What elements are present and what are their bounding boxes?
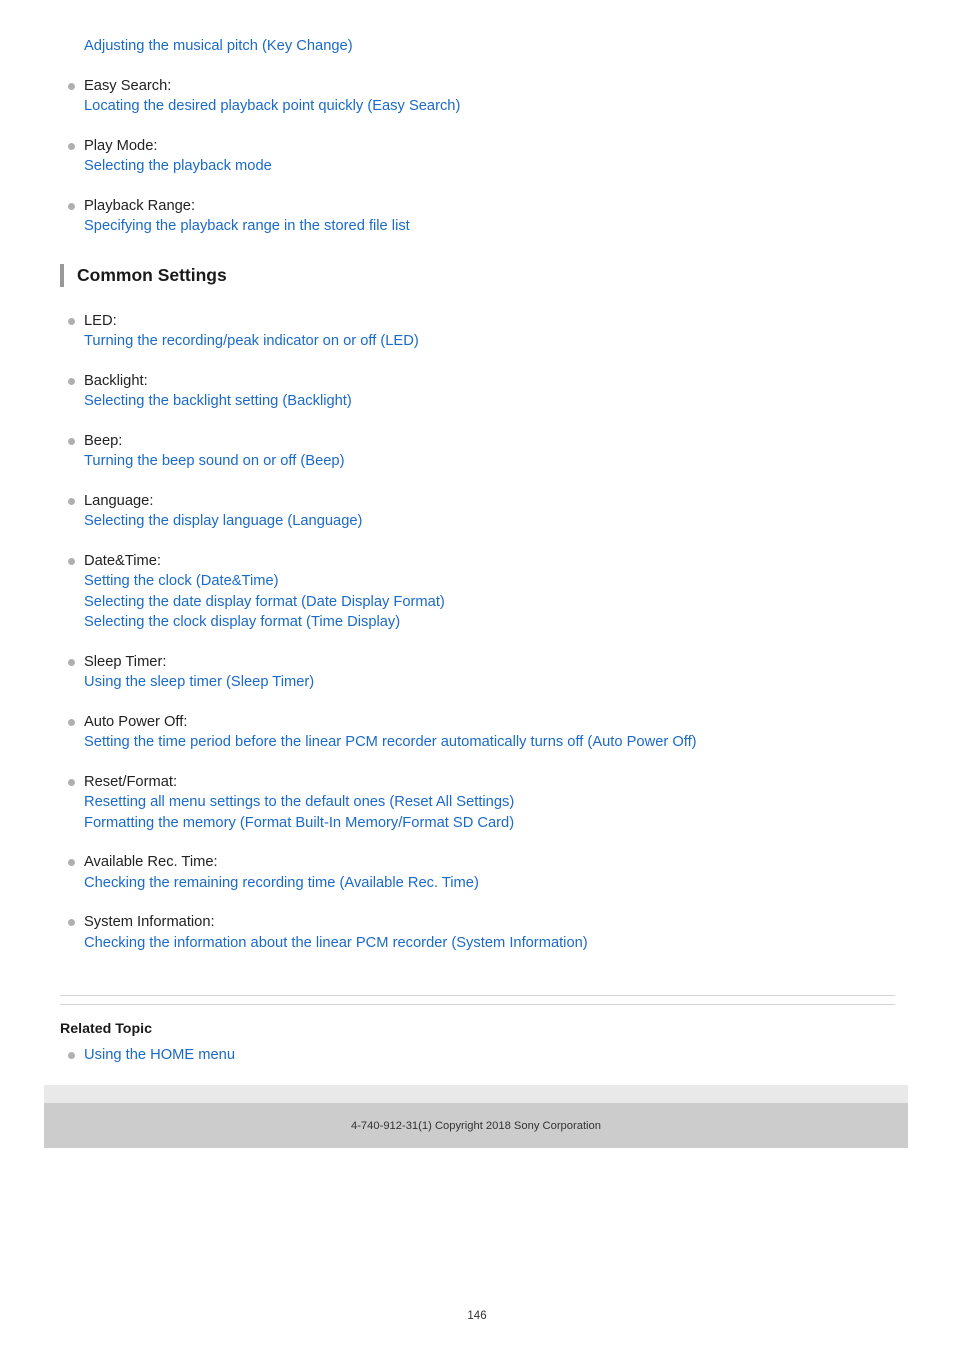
heading-accent-bar <box>60 263 64 287</box>
common-settings-entries-list: LED: Turning the recording/peak indicator… <box>60 311 900 954</box>
common-setting-entry-link[interactable]: Turning the beep sound on or off (Beep) <box>84 451 900 472</box>
list-item: Beep: Turning the beep sound on or off (B… <box>60 431 900 472</box>
common-setting-entry-link[interactable]: Selecting the date display format (Date … <box>84 592 900 613</box>
playback-entry-link[interactable]: Specifying the playback range in the sto… <box>84 216 900 237</box>
list-item: Reset/Format: Resetting all menu settings… <box>60 772 900 834</box>
bullet-icon <box>68 658 75 666</box>
bullet-icon <box>68 859 75 866</box>
playback-entry-label: Easy Search: <box>84 77 172 94</box>
bullet-icon <box>68 919 75 926</box>
page-content: Adjusting the musical pitch (Key Change)… <box>60 36 900 972</box>
playback-entry-label: Playback Range: <box>84 197 196 214</box>
bullet-icon <box>68 497 75 505</box>
common-setting-entry-link[interactable]: Turning the recording/peak indicator on … <box>84 331 900 352</box>
list-item: Play Mode: Selecting the playback mode <box>60 136 900 177</box>
common-setting-entry-label: Reset/Format: <box>84 773 178 790</box>
common-setting-entry-link[interactable]: Setting the time period before the linea… <box>84 732 900 753</box>
list-item: LED: Turning the recording/peak indicator… <box>60 311 900 352</box>
footer-copyright-text: 4-740-912-31(1) Copyright 2018 Sony Corp… <box>350 1119 601 1132</box>
bullet-icon <box>68 82 75 90</box>
bullet-icon <box>68 202 75 210</box>
list-item: Date&Time: Setting the clock (Date&Time) S… <box>60 551 900 633</box>
list-item: Language: Selecting the display language … <box>60 491 900 532</box>
list-item: Auto Power Off: Setting the time period b… <box>60 712 900 753</box>
common-setting-entry-label: Sleep Timer: <box>84 653 167 670</box>
bullet-icon <box>68 437 75 445</box>
related-topic-link[interactable]: Using the HOME menu <box>84 1045 900 1066</box>
playback-entry-link[interactable]: Selecting the playback mode <box>84 156 900 177</box>
common-setting-entry-label: Language: <box>84 492 154 509</box>
list-item: Playback Range: Specifying the playback r… <box>60 196 900 237</box>
page-footer: 4-740-912-31(1) Copyright 2018 Sony Corp… <box>44 1085 908 1148</box>
common-setting-entry-label: Date&Time: <box>84 552 161 569</box>
common-setting-entry-link[interactable]: Selecting the clock display format (Time… <box>84 612 900 633</box>
horizontal-rule-top <box>60 995 895 996</box>
list-item: Sleep Timer: Using the sleep timer (Sleep… <box>60 652 900 693</box>
footer-band-light <box>44 1085 908 1103</box>
list-item: Easy Search: Locating the desired playbac… <box>60 76 900 117</box>
bullet-icon <box>68 557 75 565</box>
bullet-icon <box>68 317 75 325</box>
common-setting-entry-label: Beep: <box>84 432 123 449</box>
list-item: Backlight: Selecting the backlight settin… <box>60 371 900 412</box>
playback-entry-link[interactable]: Locating the desired playback point quic… <box>84 96 900 117</box>
common-setting-entry-link[interactable]: Selecting the display language (Language… <box>84 511 900 532</box>
playback-entry-label: Play Mode: <box>84 137 158 154</box>
common-setting-entry-link[interactable]: Formatting the memory (Format Built-In M… <box>84 813 900 834</box>
horizontal-rule-bottom <box>60 1004 895 1005</box>
bullet-icon <box>68 142 75 150</box>
related-topic-list: Using the HOME menu <box>60 1045 900 1066</box>
list-item: Available Rec. Time: Checking the remaini… <box>60 852 900 893</box>
related-topic-title: Related Topic <box>60 1021 152 1037</box>
common-setting-entry-label: Auto Power Off: <box>84 713 188 730</box>
common-setting-entry-link[interactable]: Resetting all menu settings to the defau… <box>84 792 900 813</box>
page-number: 146 <box>467 1310 487 1322</box>
bullet-icon <box>68 718 75 726</box>
document-page: Adjusting the musical pitch (Key Change)… <box>0 0 954 1350</box>
common-setting-entry-label: Available Rec. Time: <box>84 854 218 870</box>
bullet-icon <box>68 1052 75 1059</box>
link-adjusting-musical-pitch[interactable]: Adjusting the musical pitch (Key Change) <box>84 36 900 57</box>
footer-band-dark: 4-740-912-31(1) Copyright 2018 Sony Corp… <box>44 1103 908 1148</box>
common-setting-entry-link[interactable]: Selecting the backlight setting (Backlig… <box>84 391 900 412</box>
common-setting-entry-link[interactable]: Checking the information about the linea… <box>84 933 900 954</box>
common-setting-entry-label: LED: <box>84 312 117 329</box>
related-topic-section: Related Topic Using the HOME menu <box>60 1019 900 1066</box>
bullet-icon <box>68 377 75 385</box>
divider-group <box>60 995 895 1005</box>
playback-entries-list: Easy Search: Locating the desired playbac… <box>60 76 900 237</box>
common-setting-entry-link[interactable]: Setting the clock (Date&Time) <box>84 571 900 592</box>
section-heading-common-settings: Common Settings <box>60 263 900 287</box>
list-item: System Information: Checking the informat… <box>60 912 900 953</box>
section-heading-label: Common Settings <box>77 264 227 285</box>
common-setting-entry-label: System Information: <box>84 914 215 930</box>
list-item: Using the HOME menu <box>60 1045 900 1066</box>
common-setting-entry-link[interactable]: Checking the remaining recording time (A… <box>84 873 900 894</box>
common-setting-entry-link[interactable]: Using the sleep timer (Sleep Timer) <box>84 672 900 693</box>
bullet-icon <box>68 778 75 786</box>
common-setting-entry-label: Backlight: <box>84 372 148 389</box>
